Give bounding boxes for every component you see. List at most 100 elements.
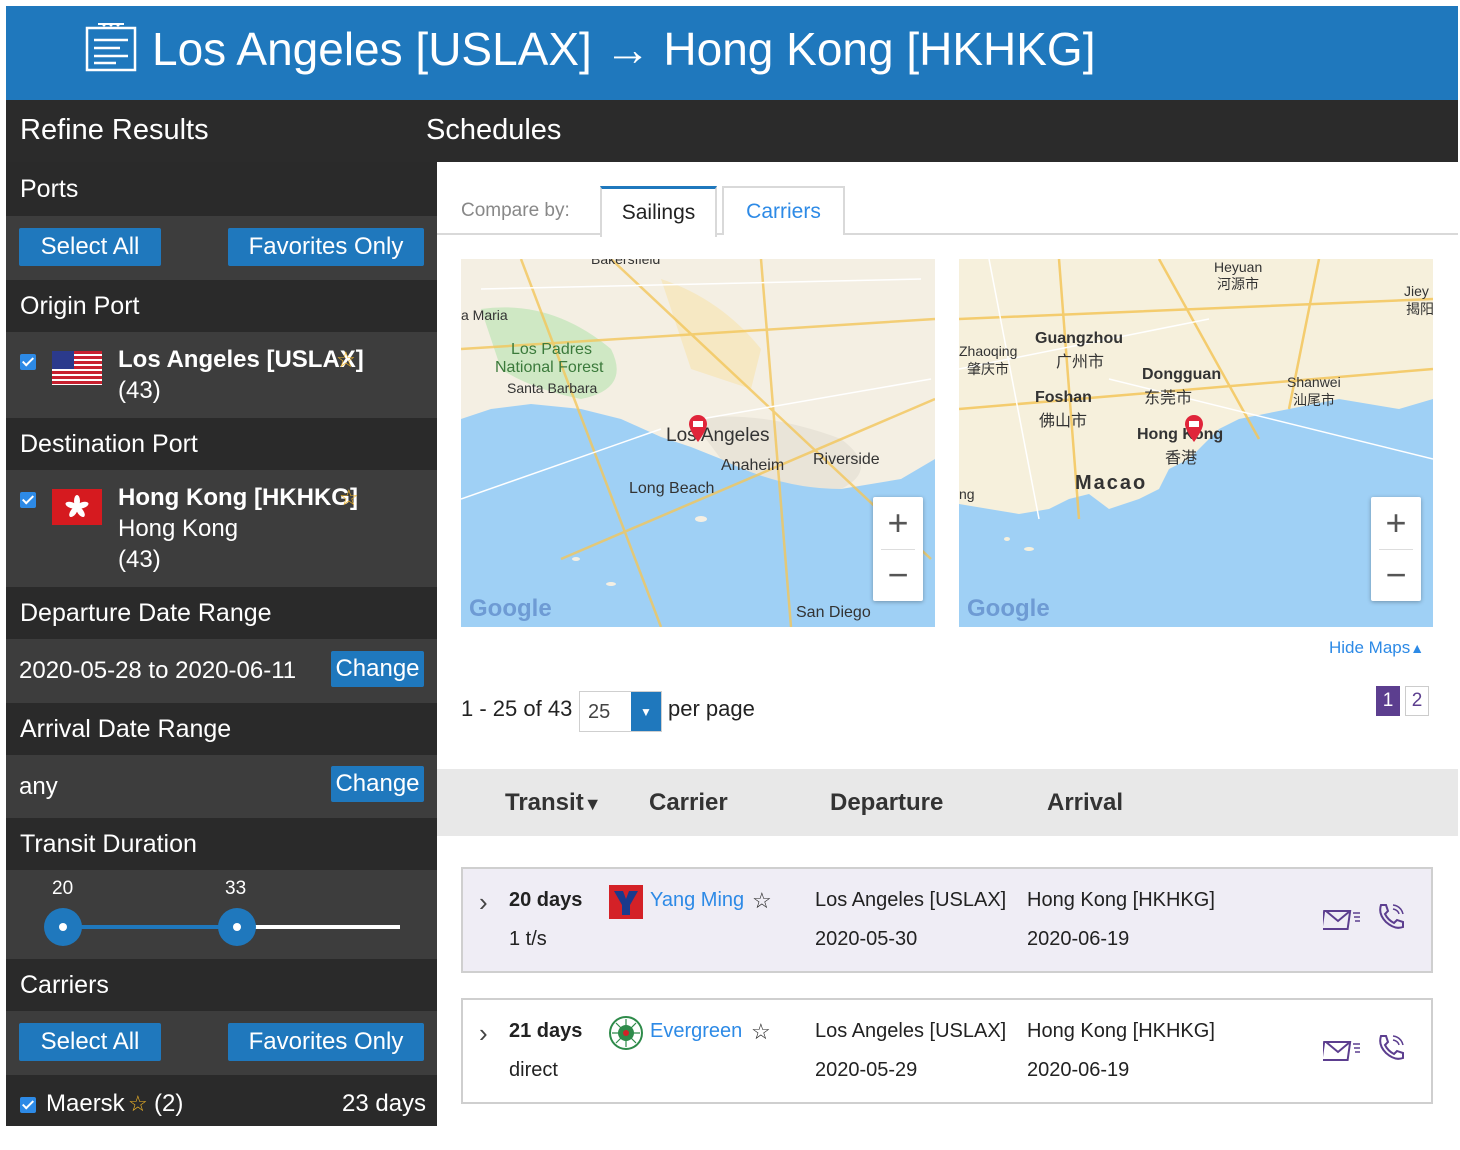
column-header-arrival[interactable]: Arrival (1047, 789, 1123, 817)
per-page-value: 25 (588, 701, 611, 723)
tab-sailings[interactable]: Sailings (600, 186, 717, 237)
map-label: National Forest (495, 359, 604, 376)
zoom-out-icon[interactable]: − (873, 549, 923, 601)
chevron-down-icon[interactable]: ▼ (631, 692, 661, 731)
sort-transit-column[interactable]: Transit▼ (505, 789, 602, 817)
map-label: 揭阳 (1406, 301, 1433, 317)
transit-days: 20 days (509, 889, 583, 911)
chevron-right-icon[interactable]: › (479, 1018, 488, 1049)
zoom-out-icon[interactable]: − (1371, 549, 1421, 601)
map-label: ng (959, 486, 975, 502)
page-2-button[interactable]: 2 (1405, 686, 1429, 716)
map-label: 佛山市 (1039, 413, 1088, 430)
phone-icon[interactable] (1375, 901, 1407, 933)
per-page-select[interactable]: 25 ▼ (579, 691, 662, 732)
arrival-date: 2020-06-19 (1027, 928, 1130, 950)
origin-port-name: Los Angeles [USLAX] (118, 346, 364, 373)
destination-port-name: Hong Kong [HKHKG] (118, 484, 358, 511)
transit-days: 21 days (509, 1020, 583, 1042)
schedule-document-icon (85, 23, 137, 72)
origin-port-checkbox[interactable] (20, 354, 36, 370)
results-range: 1 - 25 of 43 (461, 696, 573, 721)
destination-port-heading: Destination Port (6, 418, 437, 470)
table-row[interactable]: › 20 days 1 t/s Yang Ming ☆ Los Angeles … (461, 867, 1433, 973)
transit-max-handle[interactable] (218, 908, 256, 946)
carriers-favorites-only-button[interactable]: Favorites Only (228, 1023, 424, 1061)
tabs-divider (437, 233, 1458, 235)
map-label: 汕尾市 (1293, 392, 1335, 408)
compare-by-label: Compare by: (461, 200, 570, 221)
map-label: Los Angeles (666, 425, 770, 446)
yang-ming-logo-icon (609, 885, 643, 919)
table-row[interactable]: › 21 days direct Evergreen ☆ Los Angeles… (461, 998, 1433, 1104)
destination-favorite-star-icon[interactable]: ☆ (339, 485, 359, 511)
destination-map-zoom-controls: + − (1371, 497, 1421, 601)
page-1-button[interactable]: 1 (1376, 686, 1400, 716)
transit-stops: direct (509, 1059, 558, 1081)
section-bar: Refine Results Schedules (6, 100, 1458, 162)
table-header: Transit▼ Carrier Departure Arrival (437, 769, 1458, 836)
carriers-select-all-button[interactable]: Select All (19, 1023, 161, 1061)
arrival-change-button[interactable]: Change (331, 766, 424, 802)
ports-favorites-only-button[interactable]: Favorites Only (228, 228, 424, 266)
column-header-carrier[interactable]: Carrier (649, 789, 728, 817)
column-header-transit[interactable]: Transit (505, 789, 584, 816)
carrier-item-maersk[interactable]: Maersk ☆ (2) 23 days (6, 1075, 437, 1126)
zoom-in-icon[interactable]: + (1371, 497, 1421, 549)
chevron-right-icon[interactable]: › (479, 887, 488, 918)
map-label: Shanwei (1287, 374, 1341, 390)
origin-map[interactable]: Bakersfield a Maria Los Padres National … (461, 259, 935, 627)
email-icon[interactable] (1323, 1036, 1361, 1064)
hide-maps-link[interactable]: Hide Maps▲ (1329, 638, 1424, 658)
destination-port-checkbox[interactable] (20, 492, 36, 508)
carrier-favorite-star-icon[interactable]: ☆ (752, 888, 772, 914)
carriers-heading: Carriers (6, 959, 437, 1011)
origin-port-count: (43) (118, 377, 161, 404)
hide-maps-label[interactable]: Hide Maps (1329, 638, 1410, 657)
phone-icon[interactable] (1375, 1032, 1407, 1064)
map-label: 河源市 (1217, 276, 1259, 292)
map-label: Foshan (1035, 389, 1092, 406)
arrival-date-value: any (19, 773, 58, 800)
departure-port: Los Angeles [USLAX] (815, 889, 1007, 911)
arrival-date-heading: Arrival Date Range (6, 703, 437, 755)
carrier-link[interactable]: Evergreen (650, 1020, 742, 1043)
destination-port-count: (43) (118, 546, 161, 573)
map-label: 东莞市 (1144, 390, 1193, 407)
map-label: Jiey (1404, 283, 1429, 299)
carrier-transit-days: 23 days (342, 1090, 427, 1117)
transit-stops: 1 t/s (509, 928, 547, 950)
map-label: a Maria (461, 307, 508, 323)
carrier-link[interactable]: Yang Ming (650, 889, 744, 912)
origin-port-pin-icon[interactable] (687, 413, 709, 443)
origin-favorite-star-icon[interactable]: ☆ (336, 347, 356, 373)
origin-map-zoom-controls: + − (873, 497, 923, 601)
transit-min-label: 20 (52, 878, 74, 899)
destination-map[interactable]: Heyuan 河源市 Jiey 揭阳 Guangzhou 广州市 Zhaoqin… (959, 259, 1433, 627)
departure-date: 2020-05-30 (815, 928, 918, 950)
carrier-favorite-star-icon[interactable]: ☆ (751, 1019, 771, 1045)
zoom-in-icon[interactable]: + (873, 497, 923, 549)
map-label: 香港 (1165, 450, 1198, 467)
map-label: Santa Barbara (507, 380, 598, 396)
departure-change-button[interactable]: Change (331, 651, 424, 687)
ports-select-all-button[interactable]: Select All (19, 228, 161, 266)
route-title: Los Angeles [USLAX] → Hong Kong [HKHKG] (152, 23, 1096, 75)
destination-port-pin-icon[interactable] (1183, 413, 1205, 443)
map-label: 肇庆市 (967, 361, 1009, 377)
per-page-label: per page (668, 696, 755, 721)
arrival-date: 2020-06-19 (1027, 1059, 1130, 1081)
map-label: Riverside (813, 451, 880, 468)
tab-carriers[interactable]: Carriers (722, 186, 845, 235)
us-flag-icon (52, 351, 102, 385)
google-logo: Google (469, 595, 552, 622)
maersk-favorite-star-icon[interactable]: ☆ (128, 1091, 148, 1117)
column-header-departure[interactable]: Departure (830, 789, 943, 817)
maersk-checkbox[interactable] (20, 1097, 36, 1113)
departure-date: 2020-05-29 (815, 1059, 918, 1081)
hong-kong-flag-icon (52, 489, 102, 525)
map-label: Macao (1075, 472, 1148, 494)
email-icon[interactable] (1323, 905, 1361, 933)
transit-min-handle[interactable] (44, 908, 82, 946)
destination-port-city: Hong Kong (118, 515, 239, 542)
